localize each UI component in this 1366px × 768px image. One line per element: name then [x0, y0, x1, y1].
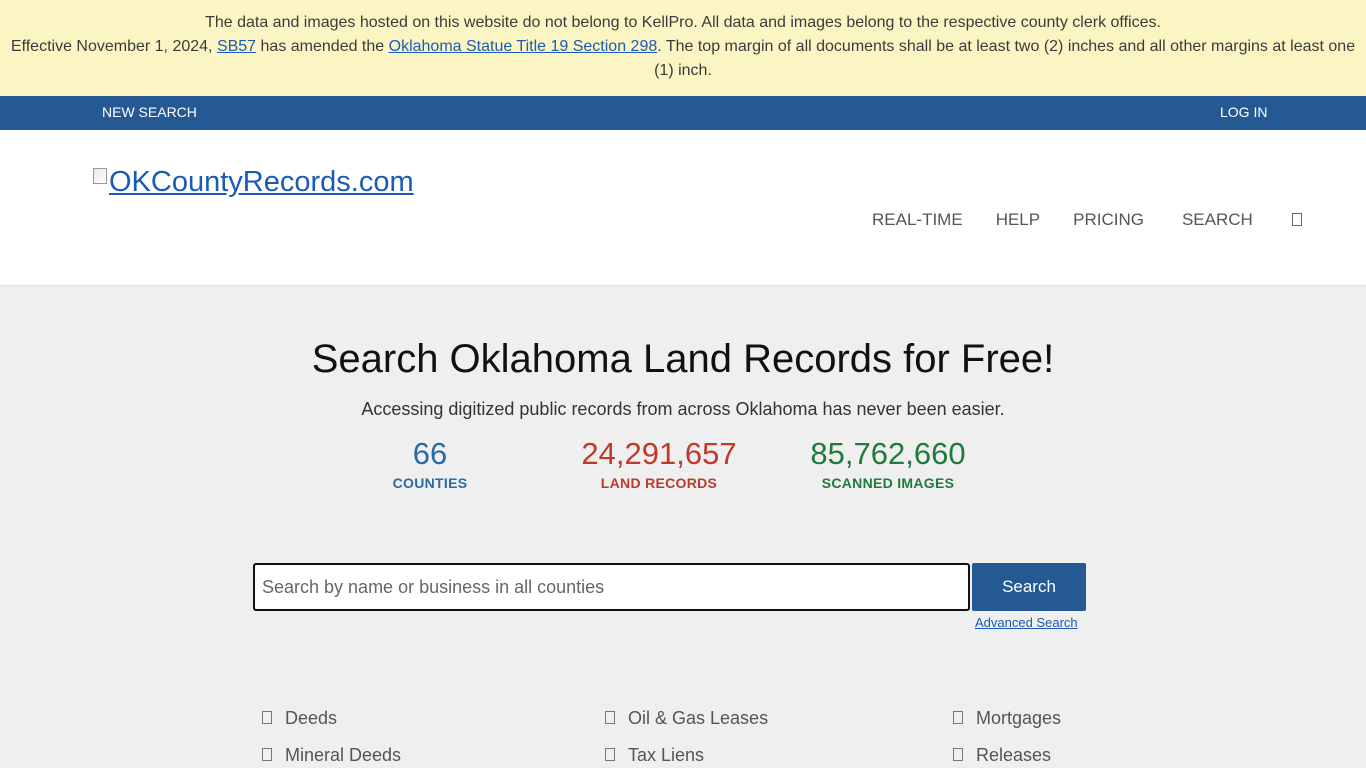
category-oil-gas-leases[interactable]: Oil & Gas Leases — [605, 708, 768, 729]
document-icon — [262, 748, 272, 761]
notice-line-2: Effective November 1, 2024, SB57 has ame… — [0, 35, 1366, 83]
main-nav: REAL-TIME HELP PRICING SEARCH — [872, 210, 1335, 230]
category-mortgages[interactable]: Mortgages — [953, 708, 1061, 729]
nav-search-label: SEARCH — [1181, 210, 1253, 229]
notice-line-1: The data and images hosted on this websi… — [205, 14, 1161, 31]
nav-pricing[interactable]: PRICING — [1073, 210, 1144, 230]
broken-image-icon — [93, 168, 107, 184]
stat-land-records: 24,291,657 LAND RECORDS — [549, 436, 769, 491]
notice-banner: The data and images hosted on this websi… — [0, 0, 1366, 96]
category-deeds[interactable]: Deeds — [262, 708, 337, 729]
advanced-search-link[interactable]: Advanced Search — [975, 615, 1078, 630]
document-icon — [953, 748, 963, 761]
notice-mid: has amended the — [256, 38, 389, 55]
category-label: Deeds — [285, 708, 338, 728]
statute-link[interactable]: Oklahoma Statue Title 19 Section 298 — [389, 38, 658, 55]
logo-alt-text: OKCountyRecords.com — [109, 166, 414, 198]
document-icon — [605, 748, 615, 761]
nav-realtime[interactable]: REAL-TIME — [872, 210, 963, 230]
document-icon — [953, 711, 963, 724]
category-label: Oil & Gas Leases — [628, 708, 769, 728]
page-subtitle: Accessing digitized public records from … — [361, 399, 1005, 419]
site-header: OKCountyRecords.com REAL-TIME HELP PRICI… — [0, 130, 1366, 286]
document-icon — [605, 711, 615, 724]
category-mineral-deeds[interactable]: Mineral Deeds — [262, 745, 401, 766]
stat-value: 85,762,660 — [810, 436, 966, 471]
dropdown-icon — [1291, 213, 1302, 226]
login-link[interactable]: LOG IN — [1220, 104, 1267, 120]
stat-label: SCANNED IMAGES — [821, 475, 955, 491]
category-tax-liens[interactable]: Tax Liens — [605, 745, 704, 766]
top-bar: NEW SEARCH LOG IN — [0, 96, 1366, 130]
nav-help[interactable]: HELP — [996, 210, 1040, 230]
nav-search[interactable]: SEARCH — [1182, 210, 1335, 230]
notice-suffix: . The top margin of all documents shall … — [654, 38, 1356, 79]
category-label: Tax Liens — [628, 745, 705, 765]
hero-section: Search Oklahoma Land Records for Free! A… — [0, 286, 1366, 516]
sb57-link[interactable]: SB57 — [217, 38, 256, 55]
notice-prefix: Effective November 1, 2024, — [10, 38, 217, 55]
search-button[interactable]: Search — [972, 563, 1086, 611]
page-title: Search Oklahoma Land Records for Free! — [311, 337, 1055, 381]
document-icon — [262, 711, 272, 724]
category-releases[interactable]: Releases — [953, 745, 1051, 766]
search-input[interactable] — [253, 563, 970, 611]
site-logo[interactable]: OKCountyRecords.com — [93, 166, 414, 199]
stat-value: 66 — [412, 436, 448, 471]
stat-value: 24,291,657 — [581, 436, 737, 471]
search-bar: Search — [253, 563, 1086, 611]
new-search-link[interactable]: NEW SEARCH — [102, 104, 197, 120]
stat-counties: 66 COUNTIES — [320, 436, 540, 491]
category-label: Releases — [976, 745, 1052, 765]
stat-label: COUNTIES — [392, 475, 468, 491]
category-label: Mineral Deeds — [285, 745, 402, 765]
stat-scanned-images: 85,762,660 SCANNED IMAGES — [778, 436, 998, 491]
stats-row: 66 COUNTIES 24,291,657 LAND RECORDS 85,7… — [0, 436, 1366, 516]
stat-label: LAND RECORDS — [600, 475, 718, 491]
category-label: Mortgages — [976, 708, 1062, 728]
